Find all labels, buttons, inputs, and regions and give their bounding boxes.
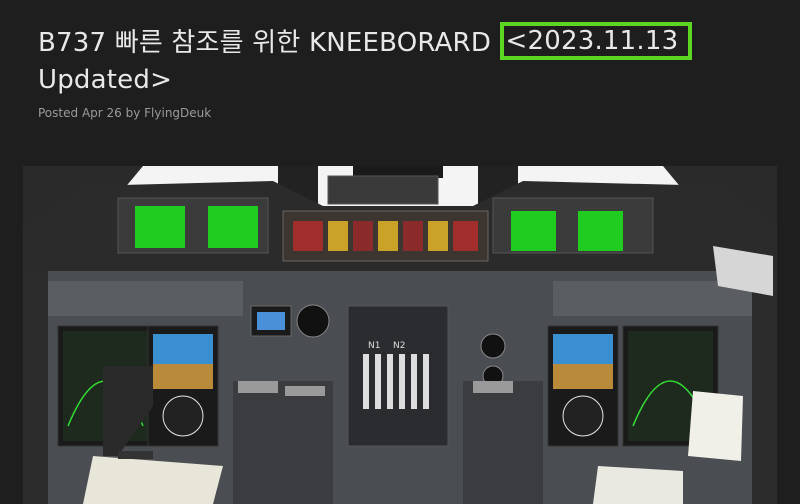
engine-label-n1: N1	[368, 341, 380, 351]
highlighted-date-box: <2023.11.13	[499, 22, 693, 60]
cockpit-photo: N1 N2	[23, 166, 777, 504]
warning-light-right	[453, 221, 478, 251]
engine-label-n2: N2	[393, 341, 405, 351]
cdu-screen-right-2	[578, 211, 623, 251]
post-date: Apr 26	[81, 106, 122, 120]
by-label: by	[125, 106, 141, 120]
cockpit-illustration: N1 N2	[23, 166, 777, 504]
cdu-screen-left-2	[208, 206, 258, 248]
blog-post-page: B737 빠른 참조를 위한 KNEEBORARD <2023.11.13 Upd…	[0, 0, 800, 504]
post-title: B737 빠른 참조를 위한 KNEEBORARD <2023.11.13 Upd…	[38, 22, 738, 98]
kneeboard-right	[688, 391, 743, 461]
post-title-main: B737 빠른 참조를 위한 KNEEBORARD	[38, 28, 500, 58]
cdu-screen-left-1	[135, 206, 185, 248]
post-meta: Posted Apr 26 by FlyingDeuk	[38, 106, 211, 120]
warning-light-left	[293, 221, 323, 251]
post-author[interactable]: FlyingDeuk	[144, 106, 211, 120]
post-title-tail: Updated>	[38, 65, 173, 95]
posted-label: Posted	[38, 106, 79, 120]
cdu-screen-right-1	[511, 211, 556, 251]
